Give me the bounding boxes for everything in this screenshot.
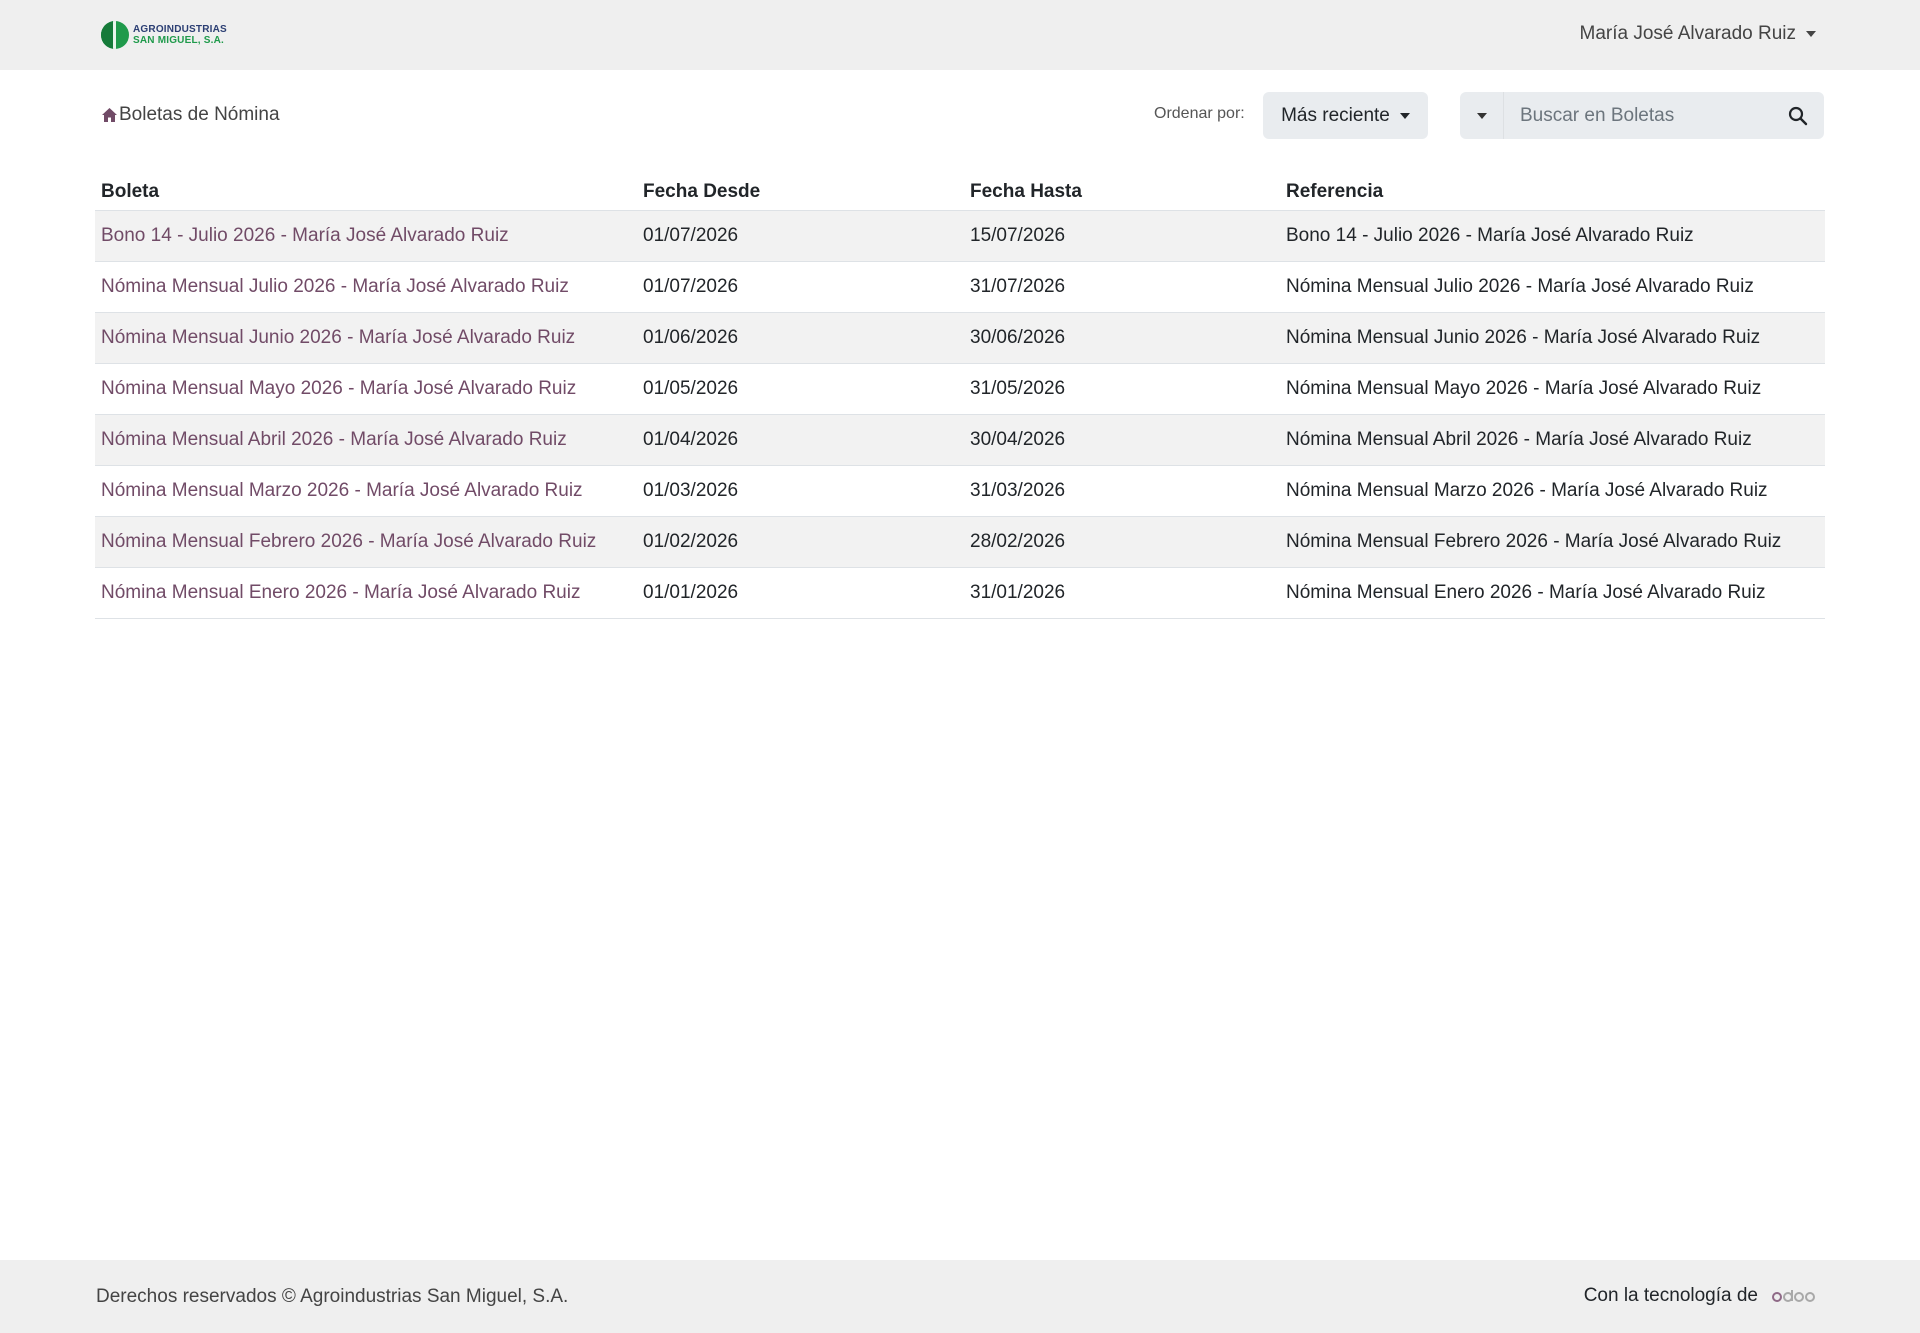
breadcrumb-current: Boletas de Nómina: [119, 104, 280, 125]
cell-referencia: Nómina Mensual Julio 2026 - María José A…: [1280, 261, 1825, 313]
logo-line-2: SAN MIGUEL, S.A.: [133, 35, 224, 46]
payslip-link[interactable]: Nómina Mensual Junio 2026 - María José A…: [101, 327, 575, 348]
cell-referencia: Bono 14 - Julio 2026 - María José Alvara…: [1280, 210, 1825, 262]
search-input[interactable]: [1504, 92, 1772, 139]
table-row[interactable]: Nómina Mensual Julio 2026 - María José A…: [95, 261, 1825, 313]
cell-fecha-desde: 01/06/2026: [637, 312, 964, 364]
payslip-link[interactable]: Nómina Mensual Julio 2026 - María José A…: [101, 276, 569, 297]
table-row[interactable]: Nómina Mensual Enero 2026 - María José A…: [95, 567, 1825, 619]
copyright-text: Derechos reservados © Agroindustrias San…: [96, 1286, 569, 1307]
cell-referencia: Nómina Mensual Enero 2026 - María José A…: [1280, 567, 1825, 619]
column-header-referencia: Referencia: [1280, 174, 1825, 211]
cell-referencia: Nómina Mensual Marzo 2026 - María José A…: [1280, 465, 1825, 517]
powered-by[interactable]: Con la tecnología de: [1584, 1285, 1816, 1307]
caret-down-icon: [1476, 112, 1487, 119]
cell-fecha-desde: 01/07/2026: [637, 261, 964, 313]
search-group: [1460, 92, 1824, 139]
table-header-row: Boleta Fecha Desde Fecha Hasta Referenci…: [95, 174, 1825, 211]
table-row[interactable]: Nómina Mensual Febrero 2026 - María José…: [95, 516, 1825, 568]
odoo-logo-icon: [1772, 1288, 1816, 1304]
payslip-link[interactable]: Nómina Mensual Marzo 2026 - María José A…: [101, 480, 583, 501]
cell-fecha-desde: 01/04/2026: [637, 414, 964, 466]
cell-fecha-desde: 01/05/2026: [637, 363, 964, 415]
footer: Derechos reservados © Agroindustrias San…: [0, 1260, 1920, 1333]
cell-boleta: Nómina Mensual Febrero 2026 - María José…: [95, 516, 637, 568]
home-icon[interactable]: [101, 107, 118, 123]
cell-fecha-hasta: 28/02/2026: [964, 516, 1280, 568]
cell-referencia: Nómina Mensual Mayo 2026 - María José Al…: [1280, 363, 1825, 415]
cell-fecha-desde: 01/01/2026: [637, 567, 964, 619]
caret-down-icon: [1806, 31, 1816, 37]
table-row[interactable]: Nómina Mensual Marzo 2026 - María José A…: [95, 465, 1825, 517]
table-row[interactable]: Nómina Mensual Mayo 2026 - María José Al…: [95, 363, 1825, 415]
user-name: María José Alvarado Ruiz: [1579, 23, 1797, 44]
payslip-link[interactable]: Nómina Mensual Mayo 2026 - María José Al…: [101, 378, 576, 399]
search-filter-dropdown[interactable]: [1460, 92, 1504, 139]
logo-leaf-icon: [101, 21, 129, 49]
cell-boleta: Nómina Mensual Marzo 2026 - María José A…: [95, 465, 637, 517]
table-row[interactable]: Nómina Mensual Abril 2026 - María José A…: [95, 414, 1825, 466]
cell-fecha-hasta: 30/06/2026: [964, 312, 1280, 364]
payslip-link[interactable]: Bono 14 - Julio 2026 - María José Alvara…: [101, 225, 509, 246]
sort-label: Ordenar por:: [1154, 105, 1245, 122]
logo-line-1: AGROINDUSTRIAS: [133, 24, 227, 35]
cell-boleta: Nómina Mensual Junio 2026 - María José A…: [95, 312, 637, 364]
table-row[interactable]: Nómina Mensual Junio 2026 - María José A…: [95, 312, 1825, 364]
column-header-fecha-hasta: Fecha Hasta: [964, 174, 1280, 211]
column-header-boleta: Boleta: [95, 174, 637, 211]
cell-fecha-hasta: 31/03/2026: [964, 465, 1280, 517]
payslip-table-container: Boleta Fecha Desde Fecha Hasta Referenci…: [95, 174, 1825, 619]
cell-fecha-hasta: 31/05/2026: [964, 363, 1280, 415]
cell-fecha-hasta: 31/01/2026: [964, 567, 1280, 619]
cell-fecha-desde: 01/02/2026: [637, 516, 964, 568]
cell-boleta: Nómina Mensual Julio 2026 - María José A…: [95, 261, 637, 313]
caret-down-icon: [1399, 112, 1410, 119]
cell-boleta: Nómina Mensual Mayo 2026 - María José Al…: [95, 363, 637, 415]
search-icon: [1788, 106, 1808, 125]
payslip-link[interactable]: Nómina Mensual Enero 2026 - María José A…: [101, 582, 580, 603]
powered-by-label: Con la tecnología de: [1583, 1285, 1758, 1306]
payslip-link[interactable]: Nómina Mensual Abril 2026 - María José A…: [101, 429, 567, 450]
cell-fecha-desde: 01/03/2026: [637, 465, 964, 517]
payslip-link[interactable]: Nómina Mensual Febrero 2026 - María José…: [101, 531, 596, 552]
payslip-table: Boleta Fecha Desde Fecha Hasta Referenci…: [95, 174, 1825, 619]
user-menu-dropdown[interactable]: María José Alvarado Ruiz: [1579, 23, 1816, 45]
cell-referencia: Nómina Mensual Febrero 2026 - María José…: [1280, 516, 1825, 568]
cell-fecha-hasta: 31/07/2026: [964, 261, 1280, 313]
cell-boleta: Nómina Mensual Enero 2026 - María José A…: [95, 567, 637, 619]
column-header-fecha-desde: Fecha Desde: [637, 174, 964, 211]
logo-text: AGROINDUSTRIAS SAN MIGUEL, S.A.: [133, 24, 227, 46]
sort-dropdown-button[interactable]: Más reciente: [1263, 92, 1428, 139]
table-row[interactable]: Bono 14 - Julio 2026 - María José Alvara…: [95, 210, 1825, 262]
company-logo[interactable]: AGROINDUSTRIAS SAN MIGUEL, S.A.: [101, 20, 227, 50]
cell-fecha-hasta: 15/07/2026: [964, 210, 1280, 262]
breadcrumb: Boletas de Nómina: [101, 104, 280, 126]
sort-value: Más reciente: [1281, 104, 1390, 126]
cell-fecha-desde: 01/07/2026: [637, 210, 964, 262]
top-navbar: AGROINDUSTRIAS SAN MIGUEL, S.A. María Jo…: [0, 0, 1920, 70]
cell-boleta: Bono 14 - Julio 2026 - María José Alvara…: [95, 210, 637, 262]
cell-referencia: Nómina Mensual Junio 2026 - María José A…: [1280, 312, 1825, 364]
cell-referencia: Nómina Mensual Abril 2026 - María José A…: [1280, 414, 1825, 466]
cell-boleta: Nómina Mensual Abril 2026 - María José A…: [95, 414, 637, 466]
cell-fecha-hasta: 30/04/2026: [964, 414, 1280, 466]
search-button[interactable]: [1772, 92, 1824, 139]
